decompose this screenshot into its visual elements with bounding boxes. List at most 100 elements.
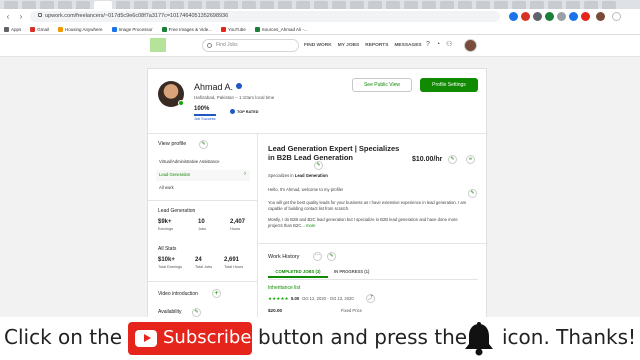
browser-tab[interactable] (602, 1, 616, 9)
browser-tab[interactable] (566, 1, 580, 9)
job-success-percent: 100% (194, 106, 210, 112)
forward-icon[interactable]: › (16, 12, 26, 22)
browser-tab[interactable] (440, 1, 454, 9)
browser-tab[interactable] (4, 1, 18, 9)
browser-tab[interactable] (332, 1, 346, 9)
browser-tab[interactable] (404, 1, 418, 9)
divider (148, 133, 488, 134)
browser-tab[interactable] (422, 1, 436, 9)
edit-icon[interactable]: ✎ (448, 155, 457, 164)
bookmark-youtube[interactable]: YouTube (221, 27, 246, 32)
browser-tab[interactable] (350, 1, 364, 9)
profile-avatar[interactable] (596, 12, 605, 21)
more-options-icon[interactable]: ··· (313, 252, 322, 261)
browser-tab[interactable] (368, 1, 382, 9)
browser-tab[interactable] (170, 1, 184, 9)
bookmark-sources[interactable]: Sources_Ahmad Ali -... (254, 27, 308, 32)
nav-reports[interactable]: REPORTS (365, 43, 388, 48)
address-bar[interactable]: upwork.com/freelancers/~017d5c9e6c08f7a3… (30, 11, 500, 22)
browser-tab[interactable] (476, 1, 490, 9)
extension-icon[interactable] (569, 12, 578, 21)
nav-find-work[interactable]: FIND WORK (304, 43, 332, 48)
job-success-fill (194, 114, 216, 116)
profile-item-all-work[interactable]: All work (159, 185, 174, 190)
top-rated-badge: TOP RATED (230, 109, 259, 114)
edit-icon[interactable]: ✎ (314, 161, 323, 170)
bookmark-image-processor[interactable]: Image Processor (111, 27, 153, 32)
bookmark-housing[interactable]: Housing Anywhere (58, 27, 103, 32)
browser-tab[interactable] (76, 1, 90, 9)
browser-tab[interactable] (224, 1, 238, 9)
see-public-view-button[interactable]: See Public View (352, 78, 412, 92)
browser-tab[interactable] (58, 1, 72, 9)
subscribe-button[interactable]: Subscribe (128, 322, 252, 355)
bookmark-free-images[interactable]: Free Images & Vide... (161, 27, 212, 32)
tab-in-progress[interactable]: IN PROGRESS (1) (334, 269, 369, 274)
extension-icon[interactable] (521, 12, 530, 21)
edit-icon[interactable]: ✎ (468, 189, 477, 198)
browser-tab[interactable] (314, 1, 328, 9)
help-icon[interactable]: ? (426, 41, 430, 48)
add-video-button[interactable]: + (212, 289, 221, 298)
browser-tab[interactable] (584, 1, 598, 9)
browser-tab[interactable] (512, 1, 526, 9)
overview-line3: Mostly, I do B2B and B2C lead generation… (268, 217, 468, 229)
profile-settings-button[interactable]: Profile Settings (420, 78, 478, 92)
browser-tab[interactable] (530, 1, 544, 9)
extension-icon[interactable] (509, 12, 518, 21)
avatar[interactable] (464, 39, 477, 52)
browser-tab[interactable] (458, 1, 472, 9)
profile-item-lead-generation[interactable]: Lead Generation (159, 172, 190, 177)
extension-icon[interactable] (581, 12, 590, 21)
edit-icon[interactable]: ✎ (199, 140, 208, 149)
browser-tab-active[interactable] (94, 1, 112, 9)
browser-tab[interactable] (152, 1, 166, 9)
bookmark-gmail[interactable]: Gmail (30, 27, 49, 32)
browser-tab[interactable] (40, 1, 54, 9)
job-title-link[interactable]: Inheritance list (268, 285, 300, 291)
back-icon[interactable]: ‹ (3, 12, 13, 22)
browser-tab[interactable] (260, 1, 274, 9)
share-icon[interactable]: ⤴ (366, 294, 375, 303)
browser-tab[interactable] (278, 1, 292, 9)
upwork-logo[interactable] (150, 38, 166, 52)
youtube-icon (135, 330, 157, 347)
link-icon[interactable]: ∞ (466, 155, 475, 164)
browser-tab[interactable] (116, 1, 130, 9)
browser-tab[interactable] (22, 1, 36, 9)
edit-icon[interactable]: ✎ (327, 252, 336, 261)
stat-label: Total Jobs (195, 265, 213, 269)
specializes-value: Lead Generation (294, 173, 328, 178)
extension-icon[interactable] (533, 12, 542, 21)
browser-tab[interactable] (494, 1, 508, 9)
search-input[interactable]: Find Jobs (202, 39, 299, 52)
browser-tab[interactable] (548, 1, 562, 9)
team-icon[interactable]: ⚇ (446, 40, 452, 48)
nav-my-jobs[interactable]: MY JOBS (338, 43, 360, 48)
browser-tab[interactable] (188, 1, 202, 9)
banner-text-3: icon. Thanks! (502, 325, 637, 349)
browser-tab[interactable] (296, 1, 310, 9)
subscribe-banner: Click on the Subscribe button and press … (0, 317, 640, 360)
sheets-icon (254, 27, 260, 32)
extension-icon[interactable] (545, 12, 554, 21)
profile-item-virtual-assistance[interactable]: Virtual/Administrative Assistance (159, 159, 219, 164)
more-link[interactable]: more (306, 223, 316, 228)
gmail-icon (30, 27, 36, 32)
bookmark-apps[interactable]: Apps (4, 27, 21, 32)
tab-completed-jobs[interactable]: COMPLETED JOBS (3) (268, 269, 328, 278)
edit-icon[interactable]: ✎ (192, 308, 201, 317)
online-status-dot (178, 100, 184, 106)
extension-icon[interactable] (557, 12, 566, 21)
notifications-icon[interactable]: ◔ (436, 41, 440, 48)
youtube-icon (221, 27, 227, 32)
browser-tab[interactable] (386, 1, 400, 9)
apps-icon (4, 27, 9, 32)
browser-tab[interactable] (206, 1, 220, 9)
stat-label: Hours (230, 227, 241, 231)
play-icon (144, 334, 151, 342)
nav-messages[interactable]: MESSAGES (394, 43, 421, 48)
menu-icon[interactable] (612, 12, 621, 21)
browser-tab[interactable] (134, 1, 148, 9)
browser-tab[interactable] (242, 1, 256, 9)
